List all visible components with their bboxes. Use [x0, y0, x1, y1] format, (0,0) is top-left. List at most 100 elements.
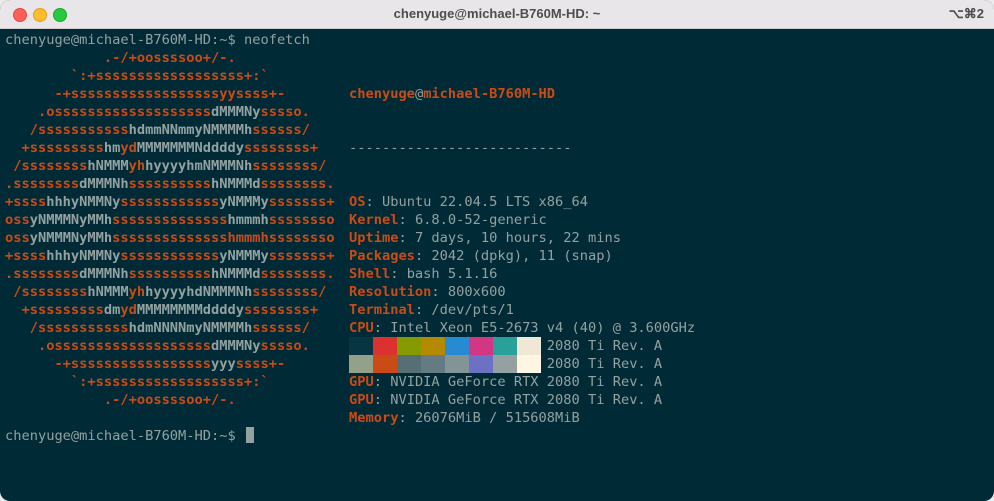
- logo-line: /ssssssssssshdmmNNmmyNMMMMhssssss/: [5, 121, 368, 139]
- logo-segment: /ssssssss: [5, 284, 88, 300]
- info-row: OS: Ubuntu 22.04.5 LTS x86_64: [349, 193, 695, 211]
- info-colon: :: [373, 374, 391, 390]
- info-row: Shell: bash 5.1.16: [349, 265, 695, 283]
- logo-segment: ssssss/: [252, 320, 360, 336]
- shell-prompt: chenyuge@michael-B760M-HD:~$: [5, 32, 244, 48]
- info-value: 26076MiB / 515608MiB: [414, 410, 580, 426]
- info-value: Intel Xeon E5-2673 v4 (40) @ 3.600GHz: [390, 320, 696, 336]
- logo-segment: +sssssssss: [5, 302, 104, 318]
- info-row: Memory: 26076MiB / 515608MiB: [349, 409, 695, 427]
- logo-segment: yd: [120, 140, 137, 156]
- logo-segment: sssssss+: [268, 248, 360, 264]
- logo-segment: ssssssss/: [252, 158, 360, 174]
- logo-segment: .ssssssss: [5, 266, 80, 282]
- logo-segment: yNMMMNyMMh: [29, 230, 113, 246]
- color-swatch: [349, 337, 373, 355]
- logo-segment: `:+ssssssssssssssssss+:`: [5, 374, 360, 390]
- logo-segment: MMMMMMMNddddy: [136, 140, 244, 156]
- logo-line: +sssshhhyNMMNyssssssssssssyNMMMysssssss+: [5, 193, 368, 211]
- logo-line: /sssssssshNMMMyhhyyyyhmNMMMNhssssssss/: [5, 157, 368, 175]
- logo-segment: /ssssssss: [5, 158, 88, 174]
- logo-line: ossyNMMMNyMMhsssssssssssssshmmmhssssssso: [5, 211, 368, 229]
- logo-line: +sssshhhyNMMNyssssssssssssyNMMMysssssss+: [5, 247, 368, 265]
- info-key: Shell: [349, 266, 391, 282]
- logo-segment: yh: [128, 158, 146, 174]
- final-shell-prompt: chenyuge@michael-B760M-HD:~$: [5, 428, 244, 444]
- logo-segment: -+sssssssssssssssss: [5, 356, 212, 372]
- logo-segment: sssssss+: [268, 194, 360, 210]
- color-swatch: [397, 355, 421, 373]
- color-swatch: [373, 337, 397, 355]
- logo-segment: dMMMNh: [79, 266, 129, 282]
- color-swatch: [469, 337, 493, 355]
- logo-segment: ssssssss.: [260, 266, 360, 282]
- logo-line: ossyNMMMNyMMhsssssssssssssshmmmhssssssso: [5, 229, 368, 247]
- color-swatch: [421, 355, 445, 373]
- logo-line: +sssssssssdmydMMMMMMMMddddyssssssss+: [5, 301, 368, 319]
- info-row: Uptime: 7 days, 10 hours, 22 mins: [349, 229, 695, 247]
- info-key: CPU: [349, 320, 374, 336]
- logo-line: -+ssssssssssssssssssyyssss+-: [5, 85, 368, 103]
- color-swatch: [493, 337, 517, 355]
- color-swatch: [397, 337, 421, 355]
- logo-segment: ssssssssssssss: [112, 212, 228, 228]
- logo-line: +ssssssssshmydMMMMMMMNddddyssssssss+: [5, 139, 368, 157]
- logo-segment: ssssss/: [252, 122, 360, 138]
- color-swatch: [373, 355, 397, 373]
- logo-segment: hNMMMd: [211, 266, 261, 282]
- info-value: 2042 (dpkg), 11 (snap): [431, 248, 613, 264]
- logo-segment: dMMMNh: [79, 176, 129, 192]
- active-prompt-line[interactable]: chenyuge@michael-B760M-HD:~$: [5, 427, 254, 445]
- info-row: Terminal: /dev/pts/1: [349, 301, 695, 319]
- info-key: Uptime: [349, 230, 399, 246]
- logo-line: `:+ssssssssssssssssss+:`: [5, 67, 368, 85]
- info-colon: :: [431, 284, 448, 300]
- logo-segment: hyyyyhmNMMMNh: [145, 158, 253, 174]
- info-key: GPU: [349, 392, 374, 408]
- info-colon: :: [365, 194, 382, 210]
- logo-segment: ssssssss+: [244, 302, 360, 318]
- logo-segment: sssssssssssssshmmmhssssssso: [112, 230, 360, 246]
- info-key: GPU: [349, 374, 374, 390]
- info-key: Resolution: [349, 284, 432, 300]
- logo-segment: .ssssssss: [5, 176, 80, 192]
- logo-segment: yNMMMy: [219, 248, 269, 264]
- logo-line: .-/+oossssoo+/-.: [5, 49, 368, 67]
- info-key: Memory: [349, 410, 399, 426]
- window-shortcut: ⌥⌘2: [948, 6, 984, 21]
- logo-segment: hhhyNMMNy: [46, 194, 121, 210]
- info-row: CPU: Intel Xeon E5-2673 v4 (40) @ 3.600G…: [349, 319, 695, 337]
- logo-segment: ssssssssss: [128, 176, 212, 192]
- logo-segment: .osssssssssssssssssss: [5, 338, 212, 354]
- logo-segment: /sssssssssss: [5, 122, 129, 138]
- info-value: bash 5.1.16: [406, 266, 498, 282]
- logo-segment: ssssssss+: [244, 140, 360, 156]
- palette-normal-row: [349, 337, 541, 355]
- logo-segment: hdmmNNmmyNMMMMh: [128, 122, 253, 138]
- ubuntu-ascii-logo: .-/+oossssoo+/-. `:+ssssssssssssssssss+:…: [5, 49, 368, 409]
- logo-segment: .osssssssssssssssssss: [5, 104, 212, 120]
- info-row: Packages: 2042 (dpkg), 11 (snap): [349, 247, 695, 265]
- info-colon: :: [398, 212, 415, 228]
- logo-segment: hNMMM: [87, 284, 129, 300]
- logo-line: /sssssssshNMMMyhhyyyyhdNMMMNhssssssss/: [5, 283, 368, 301]
- logo-segment: ssssssssss: [128, 266, 212, 282]
- terminal-window: chenyuge@michael-B760M-HD: ~ ⌥⌘2 chenyug…: [0, 0, 994, 501]
- logo-segment: yNMMMNyMMh: [29, 212, 113, 228]
- logo-segment: hhhyNMMNy: [46, 248, 121, 264]
- logo-segment: MMMMMMMMddddy: [136, 302, 244, 318]
- info-value: /dev/pts/1: [431, 302, 514, 318]
- color-swatch: [469, 355, 493, 373]
- palette-bright-row: [349, 355, 541, 373]
- system-info: chenyuge@michael-B760M-HD --------------…: [349, 49, 695, 463]
- logo-segment: -+ssssssssssssssssssyyssss+-: [5, 86, 360, 102]
- logo-segment: .-/+oossssoo+/-.: [5, 392, 360, 408]
- title-bar[interactable]: chenyuge@michael-B760M-HD: ~ ⌥⌘2: [0, 0, 994, 29]
- logo-segment: ssssssssssss: [120, 248, 220, 264]
- window-title: chenyuge@michael-B760M-HD: ~: [393, 6, 601, 21]
- info-host: michael-B760M-HD: [423, 86, 556, 102]
- info-key: Kernel: [349, 212, 399, 228]
- logo-line: .ssssssssdMMMNhsssssssssshNMMMdssssssss.: [5, 175, 368, 193]
- info-value: Ubuntu 22.04.5 LTS x86_64: [381, 194, 588, 210]
- logo-segment: yh: [128, 284, 146, 300]
